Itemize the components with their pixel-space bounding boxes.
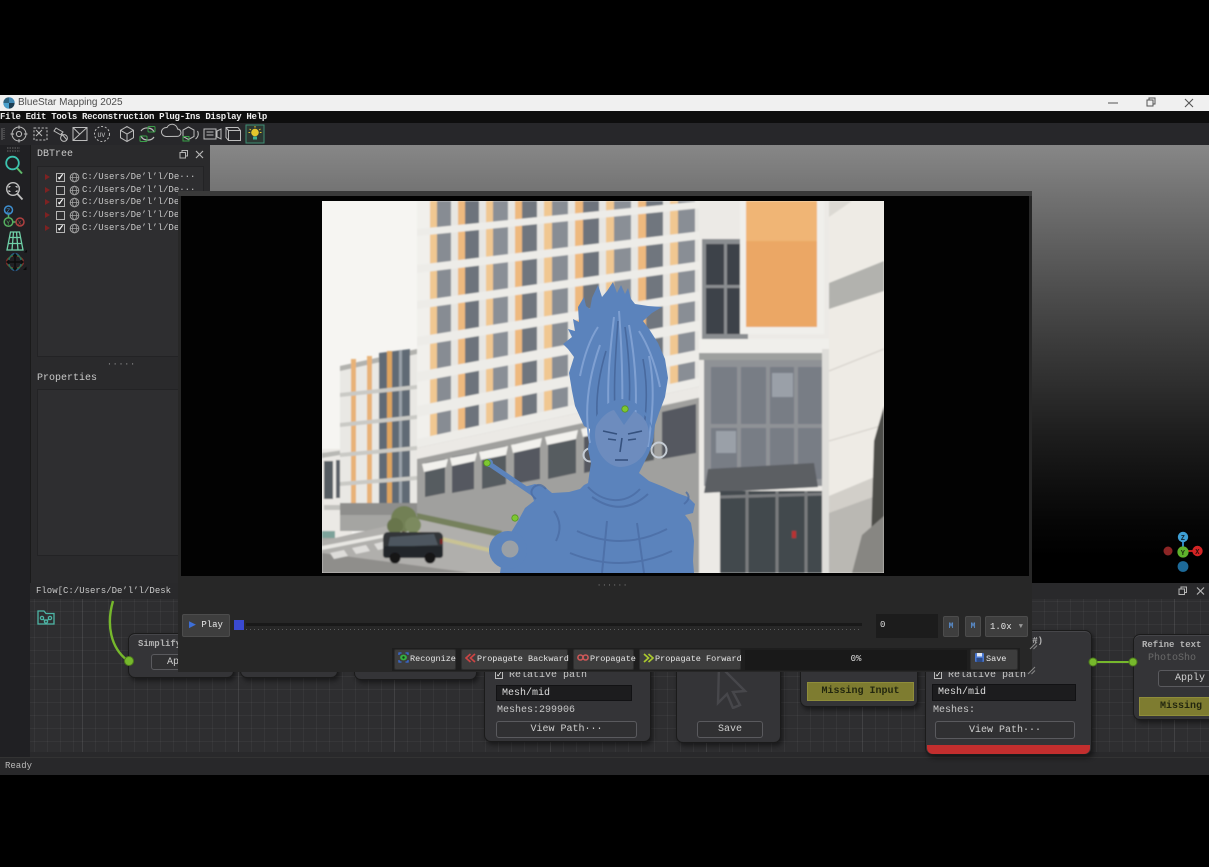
svg-text:Y: Y — [6, 220, 10, 227]
svg-text:Z: Z — [1181, 535, 1185, 543]
svg-text:Z: Z — [6, 208, 10, 215]
svg-text:X: X — [18, 220, 22, 227]
svg-text:UV: UV — [98, 132, 106, 139]
